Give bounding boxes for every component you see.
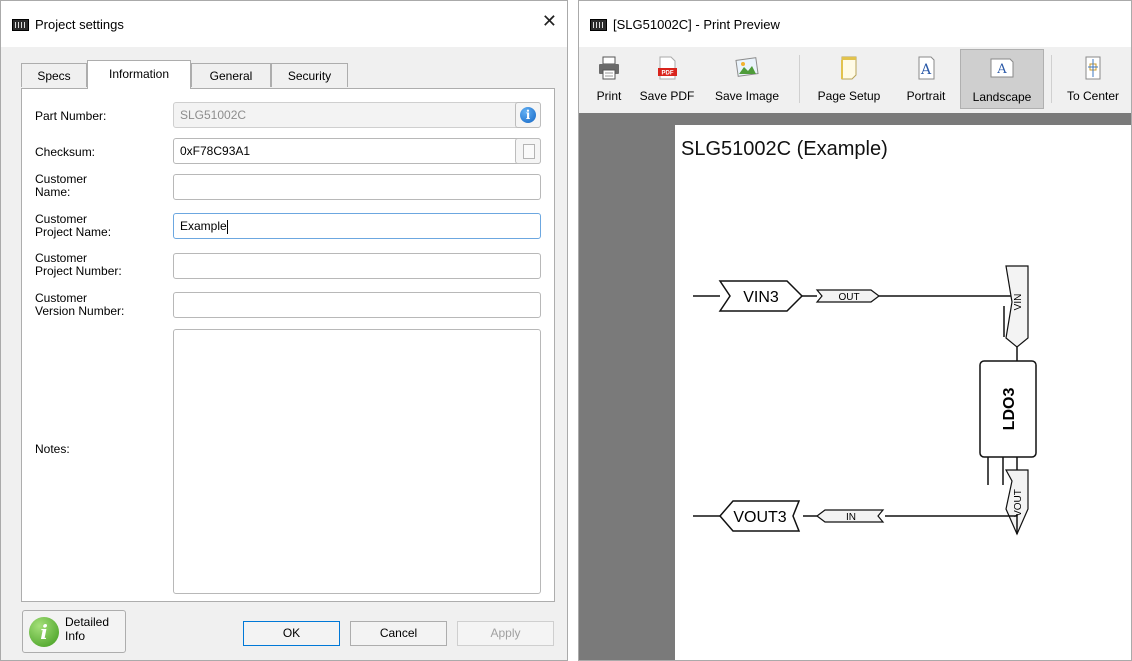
schematic-diagram: VIN3 OUT VIN LDO3 VOUT IN VOUT3 [693, 265, 1037, 536]
pdf-icon: PDF [658, 56, 677, 80]
tab-general[interactable]: General [191, 63, 271, 87]
chip-icon [12, 19, 29, 31]
page-setup-label: Page Setup [817, 89, 881, 103]
dialog-title: Project settings [35, 17, 124, 32]
save-pdf-label: Save PDF [639, 89, 695, 103]
preview-page: SLG51002C (Example) VIN3 OUT VIN LDO3 VO… [675, 125, 1131, 660]
vin3-label: VIN3 [743, 289, 779, 306]
customer-name-label: Customer Name: [35, 173, 87, 199]
customer-version-number-field[interactable] [173, 292, 541, 318]
part-number-select[interactable]: SLG51002C [173, 102, 541, 128]
customer-project-number-field[interactable] [173, 253, 541, 279]
customer-project-name-value: Example [180, 219, 227, 233]
center-icon [1085, 56, 1101, 80]
preview-titlebar: [SLG51002C] - Print Preview [579, 1, 1131, 47]
portrait-label: Portrait [906, 89, 946, 103]
toolbar-separator [799, 55, 800, 103]
svg-text:A: A [920, 62, 932, 78]
image-icon [735, 57, 759, 77]
preview-toolbar: Print PDF Save PDF Save Image Page Setup… [579, 47, 1131, 113]
preview-canvas[interactable]: SLG51002C (Example) VIN3 OUT VIN LDO3 VO… [579, 113, 1131, 660]
detailed-info-line2: Info [65, 629, 86, 643]
chip-icon [590, 19, 607, 31]
tab-specs[interactable]: Specs [21, 63, 87, 87]
checksum-label: Checksum: [35, 145, 96, 159]
copy-icon [519, 141, 535, 159]
vin-pin-label: VIN [1013, 294, 1024, 311]
dialog-titlebar: Project settings ✕ [1, 1, 567, 47]
customer-project-number-label-line2: Project Number: [35, 264, 122, 278]
print-preview-window: [SLG51002C] - Print Preview Print PDF Sa… [578, 0, 1132, 661]
notes-textarea[interactable] [173, 329, 541, 594]
tab-information[interactable]: Information [87, 60, 191, 89]
customer-version-number-label-line2: Version Number: [35, 304, 125, 318]
ok-button[interactable]: OK [243, 621, 340, 646]
preview-title: [SLG51002C] - Print Preview [613, 17, 780, 32]
detailed-info-line1: Detailed [65, 615, 110, 629]
customer-project-name-label-line2: Project Name: [35, 225, 112, 239]
part-info-button[interactable]: i [515, 102, 541, 128]
customer-version-number-label: Customer Version Number: [35, 292, 124, 318]
detailed-info-label: Detailed Info [65, 615, 109, 643]
portrait-icon: A [918, 56, 935, 80]
svg-text:PDF: PDF [662, 71, 674, 77]
customer-name-label-line2: Name: [35, 185, 71, 199]
portrait-button[interactable]: A Portrait [899, 47, 953, 111]
info-green-icon: i [29, 617, 59, 647]
save-pdf-button[interactable]: PDF Save PDF [635, 47, 699, 111]
toolbar-separator [1051, 55, 1052, 103]
printer-icon [599, 56, 619, 80]
print-label: Print [596, 89, 622, 103]
checksum-field[interactable]: 0xF78C93A1 [173, 138, 541, 164]
landscape-button[interactable]: A Landscape [960, 49, 1044, 109]
info-icon: i [520, 107, 536, 123]
close-icon[interactable]: ✕ [542, 11, 557, 32]
save-image-label: Save Image [714, 89, 780, 103]
vout3-label: VOUT3 [733, 509, 786, 526]
landscape-icon: A [990, 58, 1014, 78]
ldo3-label: LDO3 [1001, 388, 1018, 431]
notes-label: Notes: [35, 442, 70, 456]
print-button[interactable]: Print [585, 47, 633, 111]
detailed-info-button[interactable]: i Detailed Info [22, 610, 126, 653]
part-number-label: Part Number: [35, 109, 107, 123]
tab-security[interactable]: Security [271, 63, 348, 87]
out-tag-label: OUT [838, 292, 859, 303]
to-center-button[interactable]: To Center [1057, 47, 1129, 111]
vout-pin-label: VOUT [1013, 489, 1024, 517]
copy-checksum-button[interactable] [515, 138, 541, 164]
customer-project-name-field[interactable]: Example [173, 213, 541, 239]
customer-project-number-label: Customer Project Number: [35, 252, 122, 278]
text-cursor [226, 219, 228, 234]
landscape-label: Landscape [972, 90, 1032, 104]
cancel-button[interactable]: Cancel [350, 621, 447, 646]
page-setup-icon [841, 56, 857, 80]
customer-project-name-label: Customer Project Name: [35, 213, 111, 239]
customer-name-field[interactable] [173, 174, 541, 200]
page-setup-button[interactable]: Page Setup [809, 47, 889, 111]
save-image-button[interactable]: Save Image [705, 47, 789, 111]
svg-text:A: A [996, 62, 1007, 77]
project-settings-dialog: Project settings ✕ Specs Information Gen… [0, 0, 568, 661]
in-tag-label: IN [846, 512, 856, 523]
to-center-label: To Center [1066, 89, 1120, 103]
part-number-value: SLG51002C [180, 108, 247, 122]
apply-button[interactable]: Apply [457, 621, 554, 646]
